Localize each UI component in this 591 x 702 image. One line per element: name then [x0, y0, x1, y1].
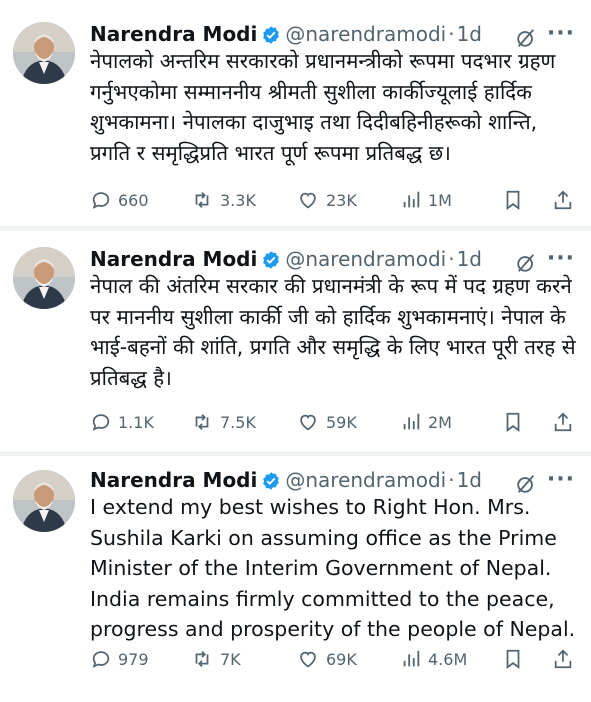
author-handle[interactable]: @narendramodi	[285, 468, 446, 492]
repost-count: 7K	[220, 649, 241, 669]
tweet[interactable]: Narendra Modi @narendramodi · 1d ··· नेपालक…	[0, 0, 591, 227]
separator: ·	[448, 22, 455, 46]
reply-button[interactable]: 1.1K	[90, 407, 154, 437]
bookmark-button[interactable]	[502, 407, 530, 437]
tweet-text: I extend my best wishes to Right Hon. Mr…	[90, 495, 576, 641]
share-icon	[554, 412, 572, 432]
view-count: 4.6M	[428, 649, 468, 669]
reply-count: 1.1K	[118, 412, 154, 432]
repost-button[interactable]: 3.3K	[190, 185, 256, 215]
views-button[interactable]: 4.6M	[400, 644, 467, 674]
action-bar: 660 3.3K 23K 1M	[90, 185, 577, 215]
share-button[interactable]	[552, 407, 580, 437]
like-button[interactable]: 23K	[296, 185, 357, 215]
bookmark-button[interactable]	[502, 185, 530, 215]
tweet-text: नेपालको अन्तरिम सरकारको प्रधानमन्त्रीको …	[90, 49, 556, 165]
views-icon	[403, 191, 420, 208]
reply-count: 979	[118, 649, 149, 669]
reply-icon	[92, 192, 110, 209]
like-icon	[300, 651, 316, 668]
bookmark-button[interactable]	[502, 644, 530, 674]
bookmark-icon	[506, 412, 520, 432]
repost-button[interactable]: 7K	[190, 644, 241, 674]
like-count: 59K	[326, 412, 357, 432]
views-icon	[403, 650, 420, 667]
repost-count: 3.3K	[220, 190, 256, 210]
view-count: 2M	[428, 412, 452, 432]
avatar[interactable]	[13, 247, 75, 309]
like-button[interactable]: 59K	[296, 407, 357, 437]
tweet-text: नेपाल की अंतरिम सरकार की प्रधानमंत्री के…	[90, 274, 576, 390]
bookmark-icon	[506, 649, 520, 669]
repost-icon	[195, 414, 209, 430]
separator: ·	[448, 468, 455, 492]
views-button[interactable]: 1M	[400, 185, 452, 215]
views-button[interactable]: 2M	[400, 407, 452, 437]
repost-icon	[195, 192, 209, 208]
views-icon	[403, 413, 420, 430]
post-age[interactable]: 1d	[457, 247, 482, 271]
post-age[interactable]: 1d	[457, 22, 482, 46]
author-name[interactable]: Narendra Modi	[90, 468, 257, 492]
reply-button[interactable]: 979	[90, 644, 149, 674]
post-age[interactable]: 1d	[457, 468, 482, 492]
like-button[interactable]: 69K	[296, 644, 357, 674]
bookmark-icon	[506, 190, 520, 210]
tweet[interactable]: Narendra Modi @narendramodi · 1d ··· नेपाल …	[0, 227, 591, 452]
tweet[interactable]: Narendra Modi @narendramodi · 1d ··· I exte…	[0, 456, 591, 702]
author-name[interactable]: Narendra Modi	[90, 22, 257, 46]
share-button[interactable]	[552, 185, 580, 215]
repost-icon	[195, 651, 209, 667]
author-handle[interactable]: @narendramodi	[285, 247, 446, 271]
like-icon	[300, 192, 316, 209]
like-icon	[300, 414, 316, 431]
reply-icon	[92, 651, 110, 668]
repost-button[interactable]: 7.5K	[190, 407, 256, 437]
author-handle[interactable]: @narendramodi	[285, 22, 446, 46]
share-icon	[554, 649, 572, 669]
tweet-feed: Narendra Modi @narendramodi · 1d ··· नेपालक…	[0, 0, 591, 698]
share-button[interactable]	[552, 644, 580, 674]
view-count: 1M	[428, 190, 452, 210]
avatar[interactable]	[13, 22, 75, 84]
share-icon	[554, 190, 572, 210]
like-count: 23K	[326, 190, 357, 210]
reply-count: 660	[118, 190, 149, 210]
action-bar: 979 7K 69K 4.6M	[90, 644, 577, 674]
reply-button[interactable]: 660	[90, 185, 149, 215]
author-name[interactable]: Narendra Modi	[90, 247, 257, 271]
avatar[interactable]	[13, 470, 75, 532]
reply-icon	[92, 414, 110, 431]
action-bar: 1.1K 7.5K 59K 2M	[90, 407, 577, 437]
separator: ·	[448, 247, 455, 271]
repost-count: 7.5K	[220, 412, 256, 432]
like-count: 69K	[326, 649, 357, 669]
